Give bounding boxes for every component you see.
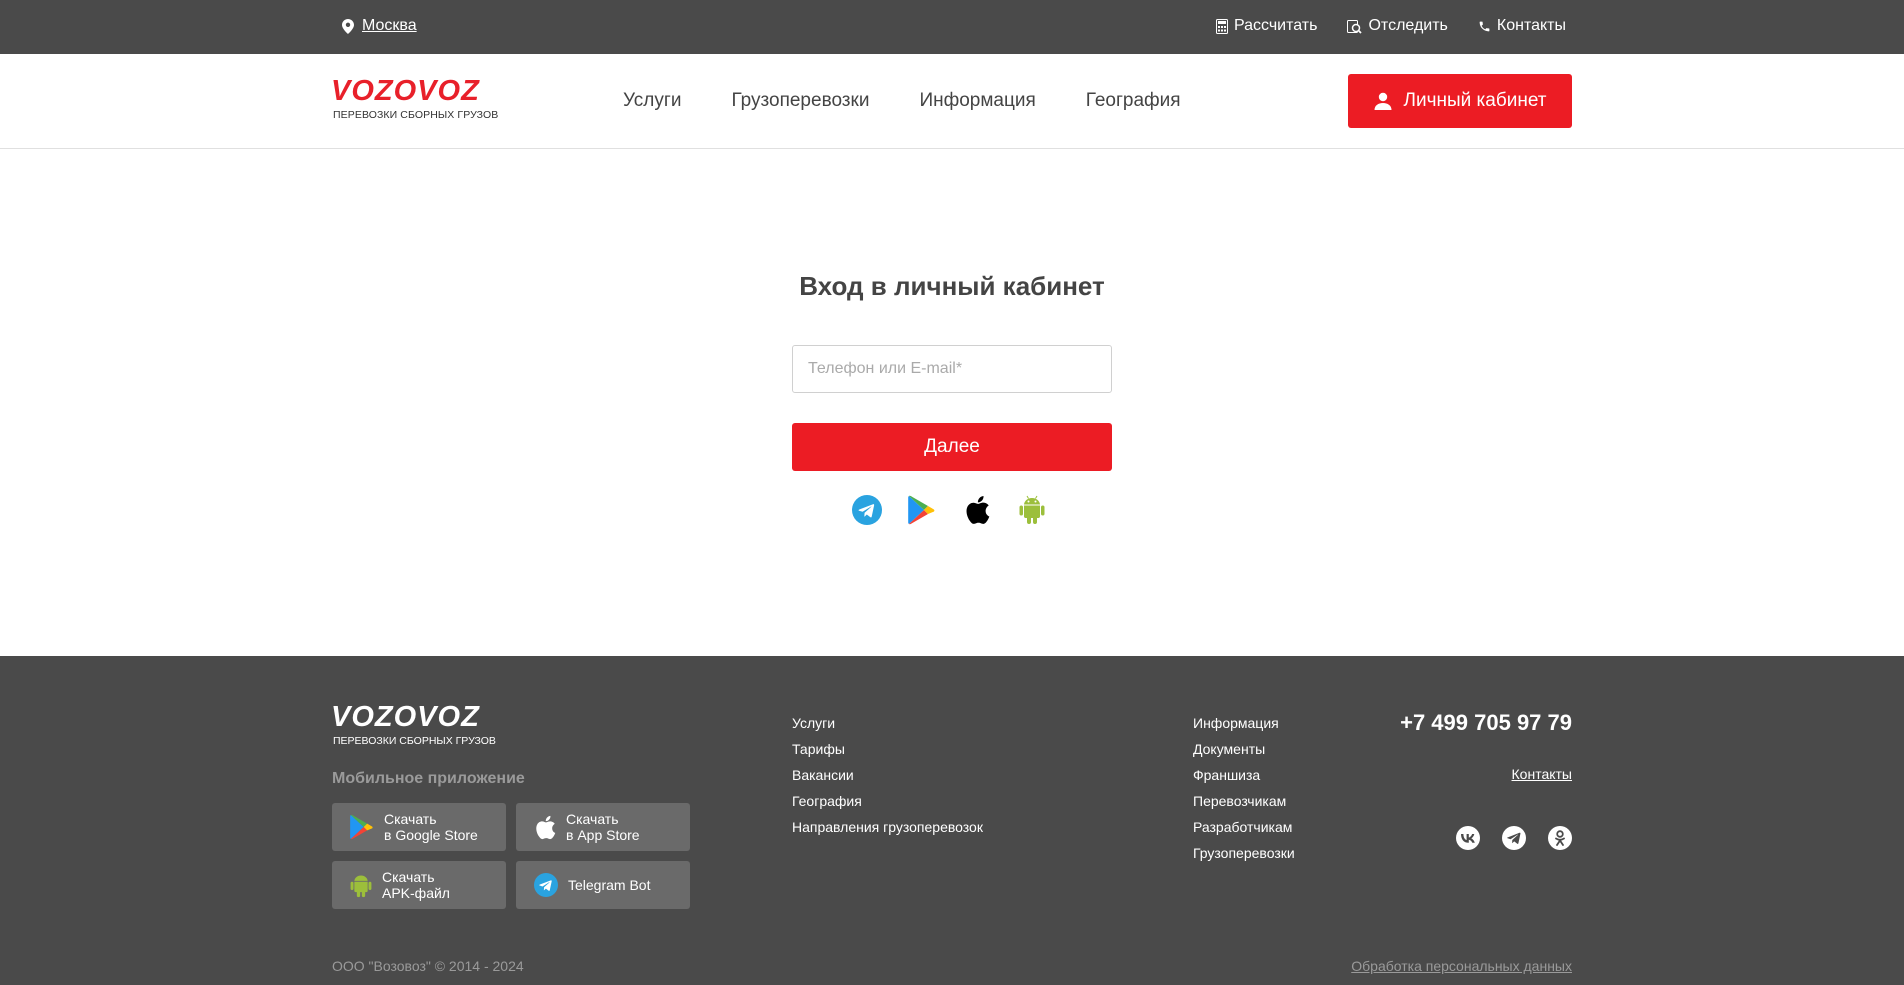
login-title: Вход в личный кабинет [799, 271, 1105, 301]
footer-link-franchise[interactable]: Франшиза [1193, 762, 1295, 788]
footer-link-carriers[interactable]: Перевозчикам [1193, 788, 1295, 814]
footer-link-geography[interactable]: География [792, 788, 983, 814]
footer-link-developers[interactable]: Разработчикам [1193, 814, 1295, 840]
logo-tagline: ПЕРЕВОЗКИ СБОРНЫХ ГРУЗОВ [333, 109, 499, 121]
footer-logo-brand: VOZOVOZ [331, 701, 480, 733]
calculate-label: Рассчитать [1233, 17, 1318, 34]
app-store-line1: Скачать [566, 811, 619, 827]
footer: VOZOVOZ ПЕРЕВОЗКИ СБОРНЫХ ГРУЗОВ Мобильн… [0, 656, 1904, 985]
top-bar: Москва Рассчитать Отследить Контакты [0, 0, 1904, 54]
google-store-text: Скачать в Google Store [384, 811, 478, 843]
apk-line2: APK-файл [382, 885, 450, 901]
footer-logo[interactable]: VOZOVOZ ПЕРЕВОЗКИ СБОРНЫХ ГРУЗОВ [331, 702, 496, 747]
android-icon [1019, 495, 1045, 524]
footer-logo-tagline: ПЕРЕВОЗКИ СБОРНЫХ ГРУЗОВ [333, 735, 496, 747]
odnoklassniki-link[interactable] [1548, 826, 1572, 850]
apple-icon [536, 815, 556, 839]
telegram-icon [1507, 832, 1521, 844]
android-icon [350, 875, 372, 897]
apk-text: Скачать APK-файл [382, 869, 450, 901]
android-app-link[interactable] [1017, 495, 1047, 525]
telegram-icon [852, 495, 882, 525]
calculate-link[interactable]: Рассчитать [1215, 17, 1318, 35]
calculator-icon [1215, 18, 1228, 34]
personal-cabinet-button[interactable]: Личный кабинет [1348, 74, 1572, 128]
vk-link[interactable] [1456, 826, 1480, 850]
top-links: Рассчитать Отследить Контакты [1215, 17, 1566, 35]
privacy-link[interactable]: Обработка персональных данных [1351, 958, 1572, 974]
footer-links-col2: Информация Документы Франшиза Перевозчик… [1193, 710, 1295, 866]
apple-icon [966, 496, 990, 524]
phone-icon [1479, 21, 1490, 31]
mobile-app-title: Мобильное приложение [332, 770, 525, 787]
footer-link-cargo[interactable]: Грузоперевозки [1193, 840, 1295, 866]
telegram-app-link[interactable] [852, 495, 882, 525]
app-store-button[interactable]: Скачать в App Store [516, 803, 690, 851]
telegram-bot-button[interactable]: Telegram Bot [516, 861, 690, 909]
phone-or-email-input[interactable] [792, 345, 1112, 393]
app-links [852, 495, 1047, 525]
track-icon [1347, 19, 1363, 34]
copyright: ООО "Возовоз" © 2014 - 2024 [332, 958, 524, 974]
track-label: Отследить [1368, 17, 1448, 34]
nav-item-cargo[interactable]: Грузоперевозки [731, 90, 869, 112]
footer-link-documents[interactable]: Документы [1193, 736, 1295, 762]
nav-item-information[interactable]: Информация [919, 90, 1035, 112]
nav-item-geography[interactable]: География [1086, 90, 1181, 112]
nav-item-services[interactable]: Услуги [623, 90, 681, 112]
next-button[interactable]: Далее [792, 423, 1112, 471]
track-link[interactable]: Отследить [1347, 17, 1448, 35]
footer-contacts-link[interactable]: Контакты [1512, 766, 1572, 782]
footer-link-directions[interactable]: Направления грузоперевозок [792, 814, 983, 840]
user-icon [1374, 92, 1392, 110]
personal-cabinet-label: Личный кабинет [1403, 90, 1547, 111]
google-store-line2: в Google Store [384, 827, 478, 843]
apk-download-button[interactable]: Скачать APK-файл [332, 861, 506, 909]
odnoklassniki-icon [1555, 830, 1565, 846]
footer-link-information[interactable]: Информация [1193, 710, 1295, 736]
logo-brand: VOZOVOZ [331, 75, 480, 107]
google-play-icon [908, 495, 935, 525]
logo[interactable]: VOZOVOZ ПЕРЕВОЗКИ СБОРНЫХ ГРУЗОВ [331, 76, 498, 121]
social-links [1456, 826, 1572, 850]
google-store-button[interactable]: Скачать в Google Store [332, 803, 506, 851]
telegram-icon [534, 873, 558, 897]
telegram-bot-label: Telegram Bot [568, 877, 651, 893]
apk-line1: Скачать [382, 869, 435, 885]
city-selector[interactable]: Москва [342, 17, 417, 35]
location-pin-icon [342, 18, 354, 34]
footer-link-vacancies[interactable]: Вакансии [792, 762, 983, 788]
contacts-label: Контакты [1496, 17, 1566, 34]
google-play-app-link[interactable] [907, 495, 937, 525]
login-section: Вход в личный кабинет Далее [0, 149, 1904, 656]
main-nav: Услуги Грузоперевозки Информация Географ… [623, 90, 1181, 112]
app-store-line2: в App Store [566, 827, 640, 843]
contacts-link[interactable]: Контакты [1478, 17, 1566, 35]
app-store-text: Скачать в App Store [566, 811, 640, 843]
google-play-icon [350, 814, 373, 840]
footer-phone[interactable]: +7 499 705 97 79 [1400, 710, 1572, 736]
city-name[interactable]: Москва [362, 17, 417, 35]
apple-app-link[interactable] [962, 495, 992, 525]
main-header: VOZOVOZ ПЕРЕВОЗКИ СБОРНЫХ ГРУЗОВ Услуги … [0, 54, 1904, 149]
footer-link-tariffs[interactable]: Тарифы [792, 736, 983, 762]
telegram-link[interactable] [1502, 826, 1526, 850]
footer-link-services[interactable]: Услуги [792, 710, 983, 736]
google-store-line1: Скачать [384, 811, 437, 827]
footer-links-col1: Услуги Тарифы Вакансии География Направл… [792, 710, 983, 840]
vk-icon [1461, 833, 1475, 843]
